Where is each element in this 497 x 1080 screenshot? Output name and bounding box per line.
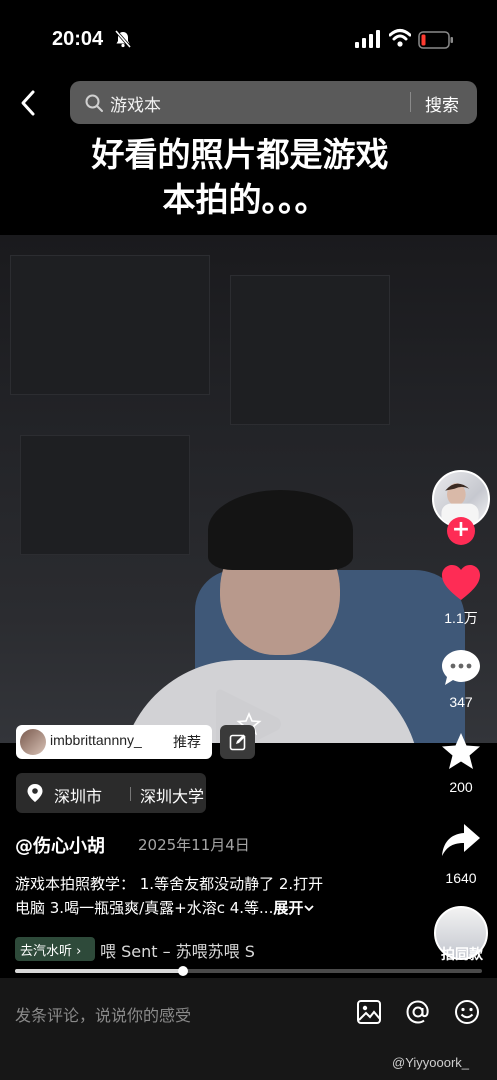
search-bar[interactable]: 游戏本 搜索 [70,81,477,124]
video-caption: 好看的照片都是游戏 本拍的。。。 [0,132,480,222]
location-divider [130,787,131,801]
recommender-chip[interactable]: imbbrittannny_ 推荐 [16,725,212,759]
background-shelf [230,275,390,425]
star-favorite-icon[interactable] [440,731,482,773]
recommender-avatar [20,729,46,755]
post-description[interactable]: 游戏本拍照教学： 1.等舍友都没动静了 2.打开 电脑 3.喝一瓶强爽/真露+水… [15,872,415,920]
location-chip[interactable]: 深圳市 深圳大学 [16,773,206,813]
emoji-smile-icon[interactable] [453,998,481,1026]
bell-muted-icon [114,30,132,48]
search-divider [410,92,411,112]
video-progress-bar[interactable] [15,966,482,976]
comment-input[interactable]: 发条评论，说说你的感受 [15,1002,191,1026]
heart-icon[interactable] [440,562,482,604]
post-date: 2025年11月4日 [138,836,250,854]
location-city: 深圳市 [54,787,103,806]
back-arrow-icon[interactable] [14,88,44,118]
caption-line-2: 本拍的。。。 [162,180,328,219]
weibo-watermark: @Yiyyooork_ [392,1055,470,1070]
image-icon[interactable] [355,998,383,1026]
background-shelf [10,255,210,395]
edit-pencil-icon [229,734,246,751]
battery-low-icon [418,31,453,49]
share-count: 1640 [445,870,477,886]
edit-button[interactable] [220,725,255,759]
caption-line-1: 好看的照片都是游戏 [91,135,389,174]
status-bar: 20:04 [0,0,497,78]
comment-count: 347 [449,694,473,710]
recommend-tag: 推荐 [173,735,201,751]
follow-plus-button[interactable]: + [447,517,475,545]
background-shelf [20,435,190,555]
video-frame[interactable] [0,235,497,743]
music-track-marquee[interactable]: 喂 Sent – 苏喂苏喂 S [100,938,300,962]
location-pin-icon [27,784,43,802]
progress-knob[interactable] [178,966,189,976]
comment-icon[interactable] [440,647,482,689]
location-place: 深圳大学 [140,787,205,806]
description-line-1: 游戏本拍照教学： 1.等舍友都没动静了 2.打开 [15,875,324,893]
progress-fill [15,969,184,973]
author-name[interactable]: @伤心小胡 [15,832,105,858]
listen-in-qishui-chip[interactable]: 去汽水听 › [15,937,95,961]
search-button[interactable]: 搜索 [425,91,459,116]
like-count: 1.1万 [444,610,478,626]
favorite-count: 200 [449,779,473,795]
clock: 20:04 [52,28,104,50]
cellular-signal-icon [355,30,380,48]
search-icon [85,94,103,112]
mention-at-icon[interactable] [404,998,432,1026]
recommender-username: imbbrittannny_ [50,732,142,748]
wifi-icon [389,29,411,47]
chevron-down-icon [304,905,314,912]
same-shot-label[interactable]: 拍同款 [430,944,494,964]
description-line-2: 电脑 3.喝一瓶强爽/真露+水溶c 4.等... [15,899,274,917]
person-hair [208,490,353,570]
expand-link[interactable]: 展开 [273,899,303,917]
share-arrow-icon[interactable] [440,820,482,862]
search-input[interactable]: 游戏本 [110,91,161,116]
